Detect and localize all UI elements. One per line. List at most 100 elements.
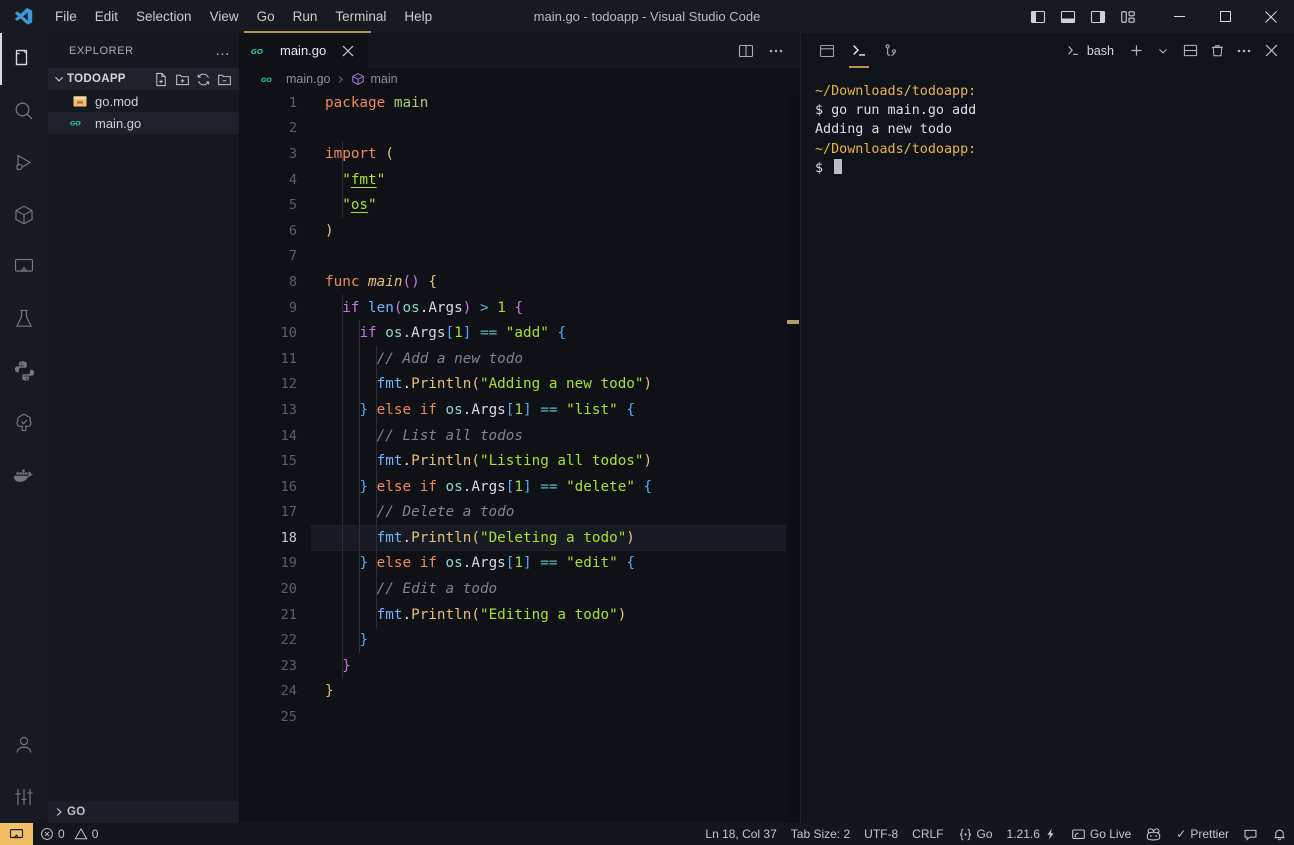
terminal-shell-selector[interactable]: bash xyxy=(1064,37,1122,65)
activity-bar-item-remote-explorer[interactable] xyxy=(0,241,48,293)
kill-terminal-icon[interactable] xyxy=(1204,37,1230,65)
explorer-folder-todoapp[interactable]: TODOAPP xyxy=(48,68,239,90)
code-token: } xyxy=(325,683,334,700)
explorer-more-icon[interactable]: … xyxy=(215,42,231,59)
more-actions-icon[interactable] xyxy=(762,37,790,65)
code-line: 13 } else if os.Args[1] == "list" { xyxy=(239,397,800,423)
chevron-down-icon[interactable] xyxy=(1150,37,1176,65)
status-cursor-position[interactable]: Ln 18, Col 37 xyxy=(698,823,783,845)
explorer-section-go[interactable]: GO xyxy=(48,801,239,823)
bell-icon xyxy=(1274,829,1285,840)
status-go-live[interactable]: Go Live xyxy=(1064,823,1138,845)
menu-terminal[interactable]: Terminal xyxy=(326,6,395,28)
panel-views-icon[interactable] xyxy=(813,37,841,65)
explorer-file-go-mod[interactable]: go.mod xyxy=(48,90,239,112)
toggle-primary-sidebar-icon[interactable] xyxy=(1024,4,1052,30)
status-problems[interactable]: 0 0 xyxy=(33,823,105,845)
status-eol[interactable]: CRLF xyxy=(905,823,950,845)
new-terminal-icon[interactable] xyxy=(1123,37,1149,65)
code-token: } xyxy=(342,657,351,674)
new-file-icon[interactable] xyxy=(151,69,171,89)
line-number: 10 xyxy=(280,325,297,342)
toggle-panel-icon[interactable] xyxy=(1054,4,1082,30)
customize-layout-icon[interactable] xyxy=(1114,4,1142,30)
code-token: ) xyxy=(643,453,653,470)
code-token: os xyxy=(385,325,403,342)
line-number: 3 xyxy=(288,145,297,162)
split-terminal-icon[interactable] xyxy=(1177,37,1203,65)
activity-bar-item-testing[interactable] xyxy=(0,293,48,345)
new-folder-icon[interactable] xyxy=(172,69,192,89)
code-line: 8 func main() { xyxy=(239,269,800,295)
code-line-text: } else if os.Args[1] == "delete" { xyxy=(297,479,652,495)
code-token: package xyxy=(325,94,386,111)
title-bar: File Edit Selection View Go Run Terminal… xyxy=(0,0,1294,33)
refresh-icon[interactable] xyxy=(193,69,213,89)
line-number: 1 xyxy=(288,94,297,111)
activity-bar-item-run-and-debug[interactable] xyxy=(0,137,48,189)
split-editor-icon[interactable] xyxy=(732,37,760,65)
menu-go[interactable]: Go xyxy=(248,6,284,28)
terminal-shell-label: bash xyxy=(1086,43,1114,58)
window-maximize-button[interactable] xyxy=(1202,0,1248,33)
menu-selection[interactable]: Selection xyxy=(127,6,201,28)
activity-bar-item-explorer[interactable] xyxy=(0,33,48,85)
menu-edit[interactable]: Edit xyxy=(86,6,127,28)
breadcrumb-item-file[interactable]: GO main.go xyxy=(261,72,330,86)
status-notifications[interactable] xyxy=(1265,823,1294,845)
code-token: // List all todos xyxy=(376,427,523,444)
close-panel-icon[interactable] xyxy=(1258,37,1284,65)
activity-bar-item-search[interactable] xyxy=(0,85,48,137)
code-line-text: "os" xyxy=(297,197,376,214)
explorer-section-label: GO xyxy=(67,806,86,818)
status-go-version[interactable]: 1.21.6 xyxy=(1000,823,1064,845)
panel-tab-source-control-graph[interactable] xyxy=(877,37,905,65)
code-line-text: fmt.Println("Deleting a todo") xyxy=(297,530,635,546)
explorer-folder-label: TODOAPP xyxy=(67,73,126,85)
activity-bar-item-docker[interactable] xyxy=(0,449,48,501)
status-tab-size[interactable]: Tab Size: 2 xyxy=(784,823,857,845)
code-token: " xyxy=(342,197,351,214)
explorer-file-label: main.go xyxy=(95,115,142,131)
activity-bar-item-tree-check[interactable] xyxy=(0,397,48,449)
code-token: { xyxy=(643,478,653,495)
panel-tab-terminal[interactable] xyxy=(845,37,873,68)
status-formatter-prettier[interactable]: ✓ Prettier xyxy=(1169,823,1236,845)
toggle-secondary-sidebar-icon[interactable] xyxy=(1084,4,1112,30)
more-actions-icon[interactable] xyxy=(1231,37,1257,65)
collapse-all-icon[interactable] xyxy=(214,69,234,89)
overview-ruler[interactable] xyxy=(786,90,800,823)
workbench-body: EXPLORER … TODOAPP go.mod GO main.go GO … xyxy=(0,33,1294,823)
activity-bar-item-extensions[interactable] xyxy=(0,189,48,241)
menu-run[interactable]: Run xyxy=(284,6,327,28)
activity-bar xyxy=(0,33,48,823)
window-minimize-button[interactable] xyxy=(1156,0,1202,33)
menu-help[interactable]: Help xyxy=(395,6,441,28)
menu-focus-underline xyxy=(244,31,371,33)
close-icon[interactable] xyxy=(338,41,358,61)
code-line: 10 if os.Args[1] == "add" { xyxy=(239,320,800,346)
status-language-mode[interactable]: Go xyxy=(951,823,1000,845)
activity-bar-item-python[interactable] xyxy=(0,345,48,397)
status-copilot[interactable] xyxy=(1138,823,1169,845)
status-remote-indicator[interactable] xyxy=(0,823,33,845)
code-editor[interactable]: 1 package main 2 3 import (4 "fmt" 5 "os" 6) 7 8… xyxy=(239,90,800,823)
line-number: 5 xyxy=(288,197,297,214)
editor-tab-main-go[interactable]: GO main.go xyxy=(239,33,370,68)
explorer-file-main-go[interactable]: GO main.go xyxy=(48,112,239,134)
status-bar: 0 0 Ln 18, Col 37 Tab Size: 2 UTF-8 CRLF… xyxy=(0,823,1294,845)
status-feedback[interactable] xyxy=(1236,823,1265,845)
activity-bar-item-manage-settings[interactable] xyxy=(0,771,48,823)
terminal-output[interactable]: ~/Downloads/todoapp: $ go run main.go add… xyxy=(801,68,1294,823)
breadcrumb-item-symbol[interactable]: main xyxy=(351,72,398,86)
code-token: import xyxy=(325,145,377,162)
window-close-button[interactable] xyxy=(1248,0,1294,33)
menu-file[interactable]: File xyxy=(46,6,86,28)
code-token: "Adding a new todo" xyxy=(479,376,644,393)
status-encoding[interactable]: UTF-8 xyxy=(857,823,905,845)
menu-view[interactable]: View xyxy=(201,6,248,28)
code-token: "add" xyxy=(505,325,549,342)
activity-bar-item-accounts[interactable] xyxy=(0,719,48,771)
